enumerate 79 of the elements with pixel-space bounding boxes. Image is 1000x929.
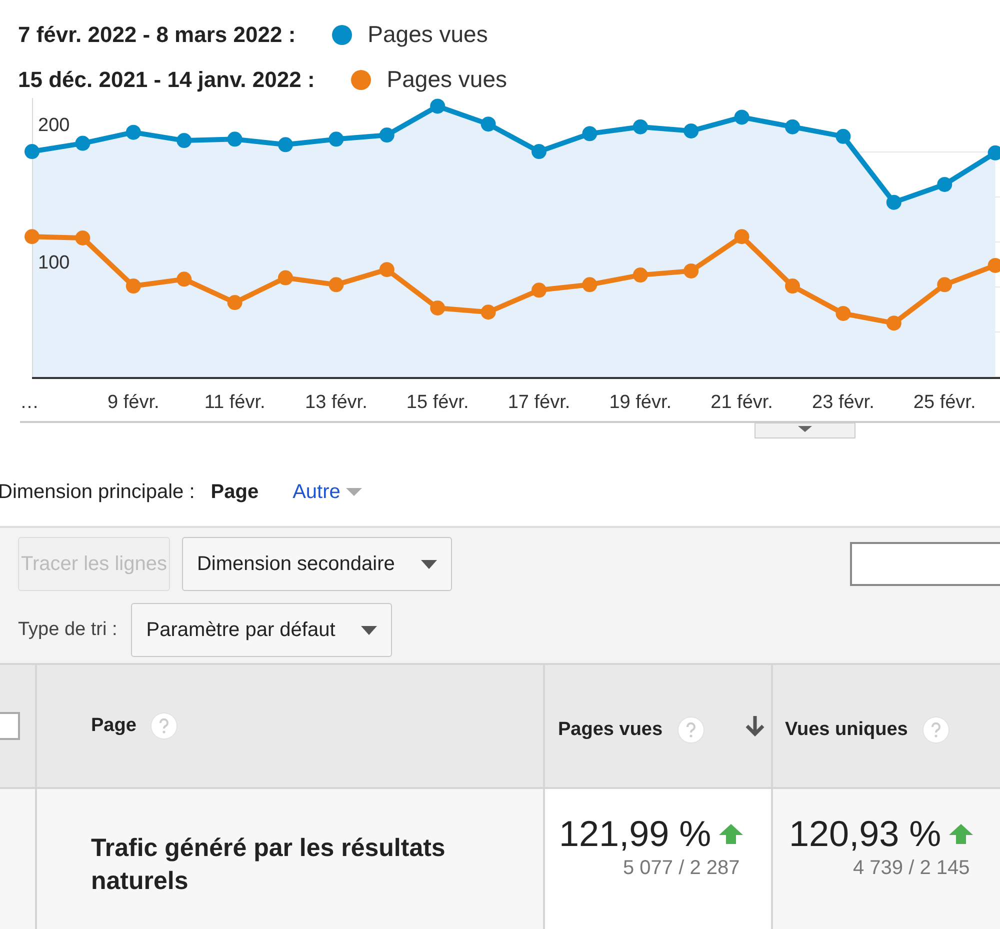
data-point — [176, 133, 192, 148]
data-point — [988, 145, 1000, 160]
toolbar-button[interactable]: Dimension secondaire — [182, 537, 452, 591]
checkbox[interactable] — [0, 712, 20, 740]
x-axis-label: 9 févr. — [108, 392, 160, 413]
data-point — [684, 123, 699, 138]
y-axis-label: 200 — [38, 115, 70, 136]
chart-expand-tab[interactable] — [754, 422, 856, 438]
data-point — [176, 272, 192, 287]
data-point — [532, 282, 546, 298]
data-point — [836, 128, 851, 144]
column-header[interactable]: Pages vues — [545, 665, 773, 787]
data-point — [988, 258, 1000, 273]
data-point — [632, 268, 648, 283]
sort-dropdown[interactable]: Paramètre par défaut — [131, 603, 392, 657]
legend-date-range: 15 déc. 2021 - 14 janv. 2022 : — [18, 66, 315, 92]
value-comparison: 5 077 / 2 287 — [623, 857, 740, 880]
data-point — [379, 262, 394, 278]
legend-label: Pages vues — [386, 66, 507, 93]
column-header[interactable]: Page — [37, 665, 545, 787]
data-point — [75, 136, 90, 151]
data-point — [126, 278, 141, 294]
y-axis-label: 100 — [38, 252, 70, 274]
x-axis-label: 23 févr. — [812, 392, 874, 413]
legend-label: Pages vues — [368, 21, 488, 48]
data-point — [430, 300, 446, 316]
value-comparison: 4 739 / 2 145 — [853, 857, 970, 880]
search-field[interactable] — [850, 542, 1000, 586]
data-point — [734, 110, 750, 125]
dimension-option[interactable]: Page — [210, 480, 259, 504]
data-point — [328, 132, 344, 147]
data-point — [582, 277, 598, 292]
data-point — [328, 277, 344, 292]
x-axis-label: … — [20, 392, 39, 413]
help-icon[interactable] — [922, 716, 950, 744]
dimension-label: Dimension principale : — [0, 480, 195, 504]
data-point — [937, 277, 952, 292]
x-axis-label: 19 févr. — [609, 392, 672, 413]
data-point — [785, 278, 800, 294]
legend-date-range: 7 févr. 2022 - 8 mars 2022 : — [18, 22, 296, 48]
data-point — [227, 132, 242, 147]
data-point — [379, 128, 394, 143]
percent-change: 121,99 % — [559, 813, 712, 855]
data-point — [886, 194, 902, 210]
data-point — [836, 306, 851, 321]
data-point — [24, 144, 40, 160]
help-icon[interactable] — [676, 716, 705, 744]
x-axis-label: 11 févr. — [204, 392, 266, 413]
data-point — [582, 126, 598, 142]
page-name: Trafic généré par les résultats naturels — [91, 833, 446, 897]
data-point — [24, 229, 40, 244]
data-point — [632, 119, 648, 134]
x-axis-label: 25 févr. — [913, 392, 976, 413]
data-point — [126, 124, 141, 140]
data-point — [480, 304, 496, 320]
x-axis-label: 15 févr. — [406, 392, 469, 413]
data-point — [278, 270, 293, 286]
data-point — [227, 295, 242, 310]
caret-icon — [420, 560, 437, 568]
column-header[interactable]: Vues uniques — [773, 665, 1000, 787]
x-axis-label: 21 févr. — [710, 392, 773, 413]
sort-label: Type de tri : — [18, 619, 118, 641]
x-axis-label: 17 févr. — [508, 392, 570, 413]
help-icon[interactable] — [150, 712, 178, 740]
percent-change: 120,93 % — [789, 813, 942, 855]
data-point — [430, 98, 446, 114]
data-point — [785, 119, 800, 134]
data-point — [734, 229, 750, 244]
data-point — [886, 316, 902, 331]
dimension-option[interactable]: Autre — [292, 480, 340, 504]
caret-icon — [361, 626, 378, 634]
data-point — [684, 263, 699, 278]
data-point — [532, 144, 546, 160]
data-point — [278, 137, 293, 152]
sort-arrow-icon — [745, 715, 765, 737]
x-axis-label: 13 févr. — [305, 392, 368, 413]
data-point — [75, 230, 90, 246]
data-point — [480, 116, 496, 132]
data-point — [937, 176, 952, 192]
